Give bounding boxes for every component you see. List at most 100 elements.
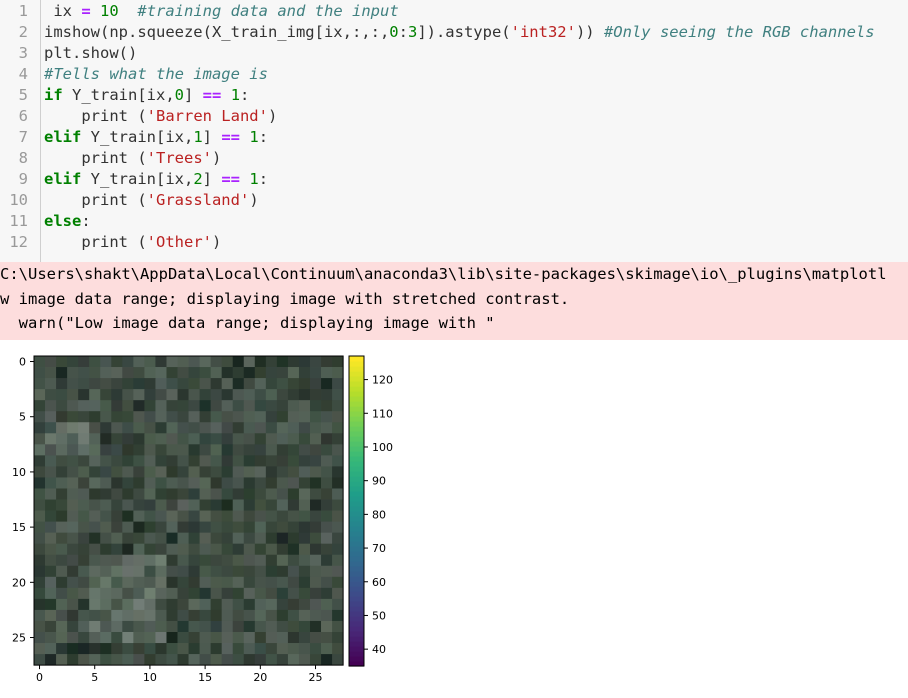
image-pixel <box>155 488 167 500</box>
image-pixel <box>243 510 256 522</box>
image-pixel <box>133 411 145 423</box>
image-pixel <box>276 455 289 467</box>
image-pixel <box>67 643 79 655</box>
colorbar-segment <box>349 376 364 382</box>
code-token: Y_train[ix, <box>81 170 194 188</box>
image-pixel <box>199 400 212 412</box>
image-pixel <box>265 554 278 567</box>
image-pixel <box>188 576 200 589</box>
image-pixel <box>254 643 267 655</box>
code-line[interactable]: print ('Grassland') <box>44 190 258 211</box>
code-token: 3 <box>407 23 418 41</box>
colorbar-segment <box>349 421 364 427</box>
image-pixel <box>188 565 200 578</box>
image-pixel <box>177 532 189 545</box>
image-pixel <box>221 466 234 478</box>
image-pixel <box>122 609 134 622</box>
image-pixel <box>254 543 267 556</box>
colorbar-tick-label: 50 <box>372 609 386 622</box>
image-pixel <box>111 643 123 655</box>
code-line[interactable]: print ('Trees') <box>44 148 221 169</box>
image-pixel <box>144 521 156 534</box>
code-token: == <box>221 170 240 188</box>
code-token: 1 <box>193 128 203 146</box>
code-line[interactable]: ix = 10 #training data and the input <box>44 1 398 22</box>
code-line[interactable]: print ('Other') <box>44 232 221 253</box>
image-pixel <box>254 609 267 622</box>
image-pixel <box>298 499 311 511</box>
code-token: 1 <box>249 128 259 146</box>
code-line[interactable]: print ('Barren Land') <box>44 106 277 127</box>
image-pixel <box>34 565 46 578</box>
image-pixel <box>34 576 46 589</box>
image-pixel <box>188 433 200 445</box>
image-pixel <box>78 466 90 478</box>
colorbar-segment <box>349 536 364 542</box>
image-pixel <box>78 444 90 456</box>
code-line[interactable]: else: <box>44 211 91 232</box>
image-pixel <box>332 378 344 390</box>
image-pixel <box>89 444 101 456</box>
image-pixel <box>166 488 178 500</box>
image-pixel <box>56 455 68 467</box>
colorbar-segment <box>349 506 364 512</box>
code-line[interactable]: plt.show() <box>44 43 137 64</box>
code-line[interactable]: if Y_train[ix,0] == 1: <box>44 85 249 106</box>
image-pixel <box>155 643 167 655</box>
image-pixel <box>34 554 46 567</box>
image-pixel <box>177 510 189 522</box>
image-pixel <box>111 356 123 368</box>
image-pixel <box>298 609 311 622</box>
image-pixel <box>199 576 212 589</box>
code-token: 1 <box>249 170 259 188</box>
image-pixel <box>199 532 212 545</box>
colorbar-segment <box>349 366 364 372</box>
image-pixel <box>56 609 68 622</box>
image-pixel <box>321 356 333 368</box>
image-pixel <box>34 543 46 556</box>
image-pixel <box>67 620 79 633</box>
image-pixel <box>177 422 189 434</box>
image-pixel <box>254 532 267 545</box>
code-line[interactable]: #Tells what the image is <box>44 64 268 85</box>
image-pixel <box>34 598 46 611</box>
image-pixel <box>166 389 178 401</box>
image-pixel <box>144 609 156 622</box>
image-pixel <box>56 422 68 434</box>
image-pixel <box>45 632 57 644</box>
image-pixel <box>177 466 189 478</box>
image-pixel <box>232 510 245 522</box>
image-pixel <box>166 378 178 390</box>
code-line[interactable]: elif Y_train[ix,1] == 1: <box>44 127 268 148</box>
image-pixel <box>232 455 245 467</box>
image-pixel <box>199 521 212 534</box>
image-pixel <box>67 400 79 412</box>
colorbar-segment <box>349 491 364 497</box>
code-line[interactable]: imshow(np.squeeze(X_train_img[ix,:,:,0:3… <box>44 22 875 43</box>
image-pixel <box>210 654 223 666</box>
image-pixel <box>243 532 256 545</box>
image-pixel <box>243 400 256 412</box>
image-pixel <box>243 367 256 379</box>
image-pixel <box>265 543 278 556</box>
image-pixel <box>210 455 223 467</box>
code-cell[interactable]: 1 ix = 10 #training data and the input 2 i… <box>0 0 908 262</box>
code-line[interactable]: elif Y_train[ix,2] == 1: <box>44 169 268 190</box>
code-token: 'Other' <box>146 233 212 251</box>
image-pixel <box>89 356 101 368</box>
image-pixel <box>287 499 300 511</box>
image-pixel <box>89 620 101 633</box>
image-pixel <box>310 521 322 534</box>
image-pixel <box>210 466 223 478</box>
code-token: Y_train[ix, <box>62 86 175 104</box>
image-pixel <box>111 400 123 412</box>
image-pixel <box>221 499 234 511</box>
image-pixel <box>144 543 156 556</box>
image-pixel <box>310 356 322 368</box>
image-pixel <box>199 466 212 478</box>
image-pixel <box>310 554 322 567</box>
image-pixel <box>321 554 333 567</box>
